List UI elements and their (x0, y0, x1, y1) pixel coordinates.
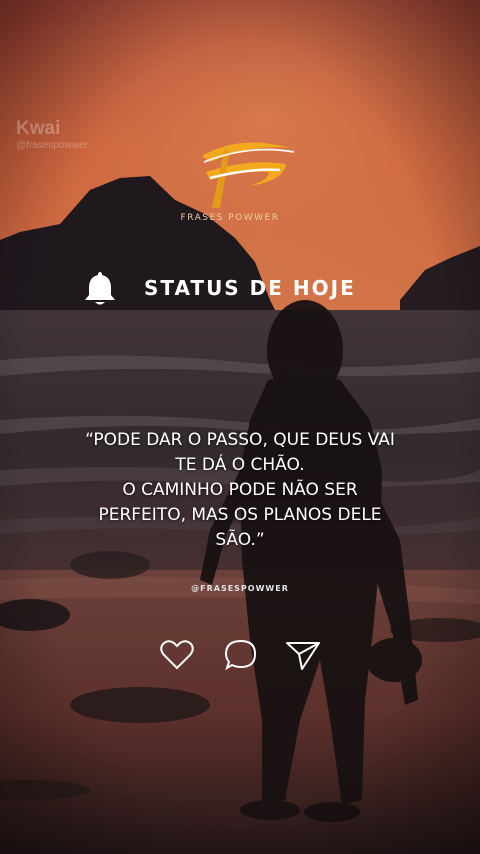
heart-icon (160, 640, 194, 670)
status-title: STATUS DE HOJE (144, 276, 356, 300)
quote-line: SÃO.” (215, 530, 265, 550)
post-actions (158, 636, 328, 676)
status-header: STATUS DE HOJE (80, 266, 356, 310)
story-screen: Kwai @frasespowwer FRASES POWWER STATUS … (0, 0, 480, 854)
quote-text: “PODE DAR O PASSO, QUE DEUS VAI TE DÁ O … (40, 428, 440, 553)
logo-caption: FRASES POWWER (180, 213, 280, 223)
comment-button[interactable] (222, 636, 260, 674)
send-icon (286, 642, 320, 670)
bell-icon (85, 272, 115, 305)
watermark-handle: @frasespowwer (16, 140, 88, 151)
quote-line: PERFEITO, MAS OS PLANOS DELE (98, 505, 382, 525)
quote-line: O CAMINHO PODE NÃO SER (122, 480, 358, 500)
like-button[interactable] (158, 636, 196, 674)
watermark-brand: Kwai (16, 118, 61, 139)
comment-icon (224, 639, 257, 671)
quote-line: “PODE DAR O PASSO, QUE DEUS VAI (85, 430, 395, 450)
share-button[interactable] (284, 636, 322, 674)
kwai-watermark: Kwai @frasespowwer (16, 118, 88, 151)
author-handle: @FRASESPOWWER (191, 584, 289, 593)
quote-line: TE DÁ O CHÃO. (175, 455, 305, 475)
